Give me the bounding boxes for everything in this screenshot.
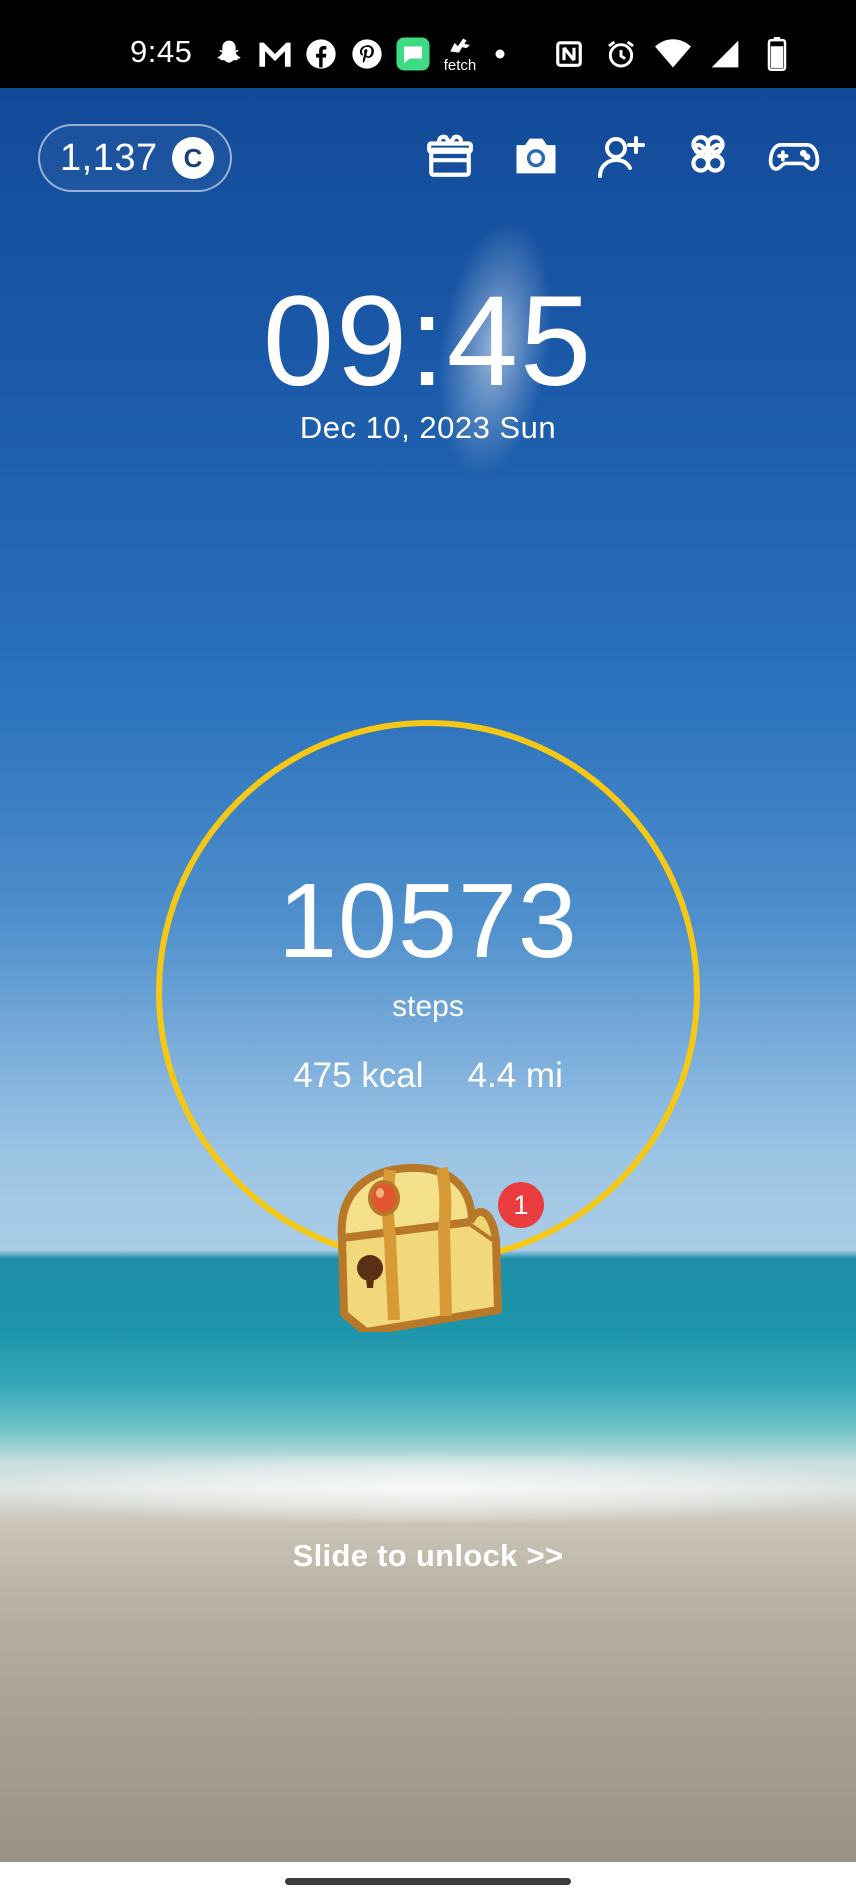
coin-icon: C: [171, 137, 214, 179]
snapchat-icon: [210, 35, 248, 73]
lock-screen: 1,137 C 09:45 Dec 10, 2023 Sun 10573 ste…: [0, 88, 856, 1862]
dot-icon: [488, 35, 512, 73]
pinterest-icon: [348, 35, 386, 73]
steps-label: steps: [392, 990, 464, 1023]
coin-balance-button[interactable]: 1,137 C: [38, 124, 232, 192]
nfc-icon: [550, 35, 588, 73]
home-gesture-handle[interactable]: [285, 1878, 571, 1885]
distance-value: 4.4 mi: [467, 1056, 563, 1095]
status-time: 9:45: [130, 34, 193, 69]
navigation-bar: [0, 1862, 856, 1902]
facebook-icon: [302, 35, 340, 73]
wifi-icon: [654, 35, 692, 73]
top-toolbar: [424, 130, 820, 182]
clock: 09:45: [262, 270, 594, 413]
clover-icon[interactable]: [682, 130, 734, 182]
coin-symbol: C: [183, 143, 202, 173]
wave-foam: [0, 1453, 856, 1523]
signal-icon: [706, 35, 744, 73]
gmail-icon: [256, 35, 294, 73]
stats-row: 475 kcal 4.4 mi: [0, 1056, 856, 1096]
fetch-label: fetch: [443, 56, 477, 74]
fetch-icon: fetch: [440, 35, 480, 73]
messages-icon: [394, 35, 432, 73]
gift-icon[interactable]: [424, 130, 476, 182]
treasure-chest-icon[interactable]: [322, 1160, 512, 1336]
coin-count: 1,137: [60, 136, 158, 179]
date: Dec 10, 2023 Sun: [299, 410, 557, 445]
notification-icons: fetch: [210, 34, 512, 74]
status-bar: 9:45 fetch: [0, 0, 856, 88]
add-friend-icon[interactable]: [596, 130, 648, 182]
gamepad-icon[interactable]: [768, 130, 820, 182]
notification-badge: 1: [498, 1182, 544, 1228]
slide-to-unlock[interactable]: Slide to unlock >>: [0, 1538, 856, 1574]
steps-count: 10573: [278, 862, 578, 980]
system-icons: [550, 34, 796, 74]
camera-icon[interactable]: [510, 130, 562, 182]
alarm-icon: [602, 35, 640, 73]
battery-icon: [758, 35, 796, 73]
calories-value: 475 kcal: [293, 1056, 424, 1095]
